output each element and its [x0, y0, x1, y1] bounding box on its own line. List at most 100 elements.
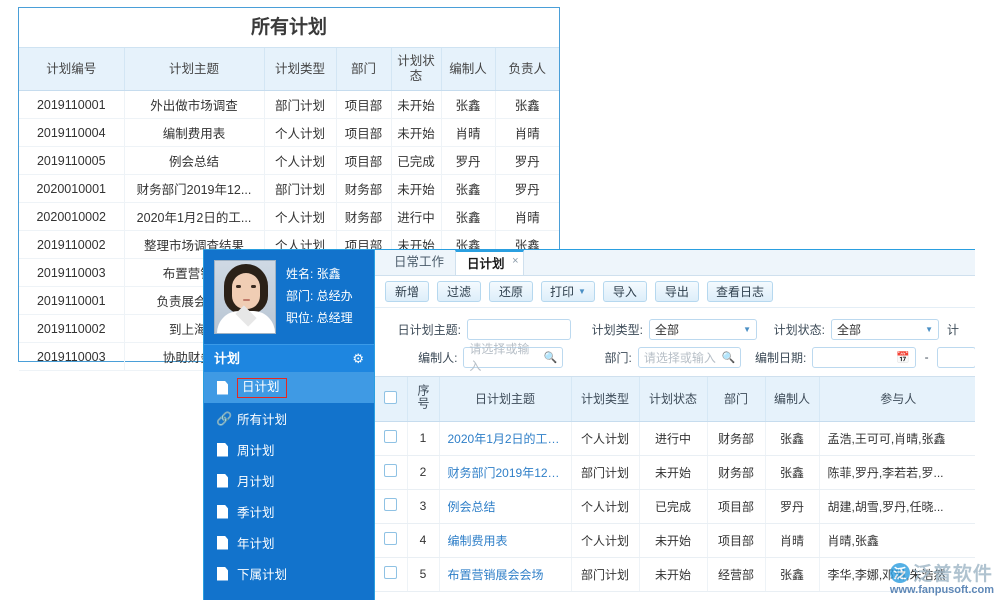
cell-author: 张鑫: [765, 455, 819, 489]
type-select[interactable]: 全部 ▼: [649, 319, 757, 340]
toolbar-button-过滤[interactable]: 过滤: [437, 281, 481, 302]
cell-dept: 财务部: [707, 421, 765, 455]
table-row[interactable]: 2财务部门2019年12月的...部门计划未开始财务部张鑫陈菲,罗丹,李若若,罗…: [375, 455, 975, 489]
cell-author: 张鑫: [441, 203, 495, 231]
search-icon[interactable]: 🔍: [543, 351, 557, 364]
row-checkbox[interactable]: [375, 557, 407, 591]
sidebar-item-周计划[interactable]: 周计划: [204, 434, 374, 465]
cell-author: 张鑫: [765, 421, 819, 455]
cell-subject[interactable]: 编制费用表: [439, 523, 571, 557]
table-row[interactable]: 2019110001外出做市场调查部门计划项目部未开始张鑫张鑫: [19, 91, 559, 119]
tab-label: 日常工作: [394, 255, 444, 269]
row-checkbox[interactable]: [375, 523, 407, 557]
subject-input[interactable]: [467, 319, 571, 340]
cell-participants: 李华,李娜,邓琳,朱浩然: [819, 557, 975, 591]
toolbar-button-label: 导入: [613, 283, 637, 300]
table-row[interactable]: 2020010001财务部门2019年12...部门计划财务部未开始张鑫罗丹: [19, 175, 559, 203]
checkbox-icon[interactable]: [384, 566, 397, 579]
author-input[interactable]: 请选择或输入 🔍: [463, 347, 563, 368]
cell-author: 肖晴: [441, 119, 495, 147]
close-icon[interactable]: ×: [512, 253, 518, 270]
sidebar-item-年计划[interactable]: 年计划: [204, 527, 374, 558]
grid-header-row: 序号日计划主题计划类型计划状态部门编制人参与人: [375, 377, 975, 421]
filter-row-1: 日计划主题: 计划类型: 全部 ▼ 计划状态: 全部 ▼ 计: [375, 315, 975, 343]
cell-subject[interactable]: 2020年1月2日的工作日...: [439, 421, 571, 455]
cell-status: 进行中: [391, 203, 441, 231]
toolbar-button-打印[interactable]: 打印▼: [541, 281, 595, 302]
gear-icon[interactable]: ⚙: [352, 345, 364, 373]
cell-type: 个人计划: [571, 523, 639, 557]
table-row[interactable]: 20200100022020年1月2日的工...个人计划财务部进行中张鑫肖晴: [19, 203, 559, 231]
user-card: 姓名: 张鑫 部门: 总经办 职位: 总经理: [204, 250, 374, 344]
cell-status: 未开始: [639, 557, 707, 591]
column-header-计划状态: 计划状态: [639, 377, 707, 421]
tab-日计划[interactable]: 日计划×: [455, 250, 524, 275]
tab-日常工作[interactable]: 日常工作: [383, 250, 455, 275]
cell-subject[interactable]: 例会总结: [439, 489, 571, 523]
cell-id: 2019110005: [19, 147, 124, 175]
date-to-input[interactable]: [937, 347, 975, 368]
daily-plan-grid: 序号日计划主题计划类型计划状态部门编制人参与人 12020年1月2日的工作日..…: [375, 376, 975, 592]
content-area: 日常工作日计划× 新增 过滤还原打印▼ 导入 导出查看日志 日计划主题: 计划类型: …: [374, 250, 975, 600]
table-row[interactable]: 2019110005例会总结个人计划项目部已完成罗丹罗丹: [19, 147, 559, 175]
sidebar: 姓名: 张鑫 部门: 总经办 职位: 总经理 计划 ⚙ 日计划🔗所有计划周计划月…: [204, 250, 374, 600]
chevron-down-icon: ▼: [925, 325, 933, 334]
sidebar-item-所有计划[interactable]: 🔗所有计划: [204, 403, 374, 434]
sidebar-item-label: 年计划: [237, 533, 275, 552]
sidebar-item-日计划[interactable]: 日计划: [204, 372, 374, 403]
toolbar-button-导入[interactable]: 导入: [603, 281, 647, 302]
checkbox-icon[interactable]: [384, 464, 397, 477]
status-select[interactable]: 全部 ▼: [831, 319, 939, 340]
cell-subject: 财务部门2019年12...: [124, 175, 264, 203]
toolbar-button-还原[interactable]: 还原: [489, 281, 533, 302]
toolbar-button-新增[interactable]: 新增: [385, 281, 429, 302]
table-row[interactable]: 2019110004编制费用表个人计划项目部未开始肖晴肖晴: [19, 119, 559, 147]
table-row[interactable]: 3例会总结个人计划已完成项目部罗丹胡建,胡雪,罗丹,任晓...: [375, 489, 975, 523]
cell-owner: 肖晴: [495, 119, 559, 147]
table-row[interactable]: 4编制费用表个人计划未开始项目部肖晴肖晴,张鑫: [375, 523, 975, 557]
cell-author: 张鑫: [441, 91, 495, 119]
user-fields: 姓名: 张鑫 部门: 总经办 职位: 总经理: [286, 260, 353, 329]
select-all-checkbox[interactable]: [375, 377, 407, 421]
dept-input[interactable]: 请选择或输入 🔍: [638, 347, 742, 368]
sidebar-item-季计划[interactable]: 季计划: [204, 496, 374, 527]
column-header-label: 序号: [416, 384, 430, 410]
checkbox-icon[interactable]: [384, 430, 397, 443]
table-row[interactable]: 12020年1月2日的工作日...个人计划进行中财务部张鑫孟浩,王可可,肖晴,张…: [375, 421, 975, 455]
checkbox-icon[interactable]: [384, 498, 397, 511]
row-checkbox[interactable]: [375, 489, 407, 523]
checkbox-icon[interactable]: [384, 532, 397, 545]
sidebar-item-下属计划[interactable]: 下属计划: [204, 558, 374, 589]
calendar-icon[interactable]: 📅: [896, 351, 910, 364]
cell-subject: 编制费用表: [124, 119, 264, 147]
table-row[interactable]: 5布置营销展会会场部门计划未开始经营部张鑫李华,李娜,邓琳,朱浩然: [375, 557, 975, 591]
search-icon[interactable]: 🔍: [722, 351, 736, 364]
sidebar-item-label: 下属计划: [237, 564, 287, 583]
cell-id: 2019110001: [19, 287, 124, 315]
cell-owner: 罗丹: [495, 175, 559, 203]
cell-subject[interactable]: 布置营销展会会场: [439, 557, 571, 591]
cell-status: 已完成: [639, 489, 707, 523]
cell-dept: 财务部: [336, 175, 391, 203]
tab-bar: 日常工作日计划×: [375, 250, 975, 276]
toolbar-button-label: 新增: [395, 283, 419, 300]
date-from-input[interactable]: 📅: [812, 347, 916, 368]
cell-id: 2020010001: [19, 175, 124, 203]
sidebar-item-label: 月计划: [237, 471, 275, 490]
toolbar-button-导出[interactable]: 导出: [655, 281, 699, 302]
subject-label: 日计划主题:: [383, 321, 461, 338]
cell-type: 部门计划: [264, 91, 336, 119]
document-icon: [216, 443, 229, 457]
row-checkbox[interactable]: [375, 455, 407, 489]
cell-subject[interactable]: 财务部门2019年12月的...: [439, 455, 571, 489]
checkbox-icon[interactable]: [384, 391, 397, 404]
author-placeholder: 请选择或输入: [469, 340, 540, 374]
toolbar-button-查看日志[interactable]: 查看日志: [707, 281, 773, 302]
sidebar-item-月计划[interactable]: 月计划: [204, 465, 374, 496]
cell-dept: 项目部: [336, 119, 391, 147]
cell-type: 部门计划: [264, 175, 336, 203]
cell-id: 2019110003: [19, 343, 124, 371]
cell-id: 2019110004: [19, 119, 124, 147]
column-header-编制人: 编制人: [765, 377, 819, 421]
row-checkbox[interactable]: [375, 421, 407, 455]
